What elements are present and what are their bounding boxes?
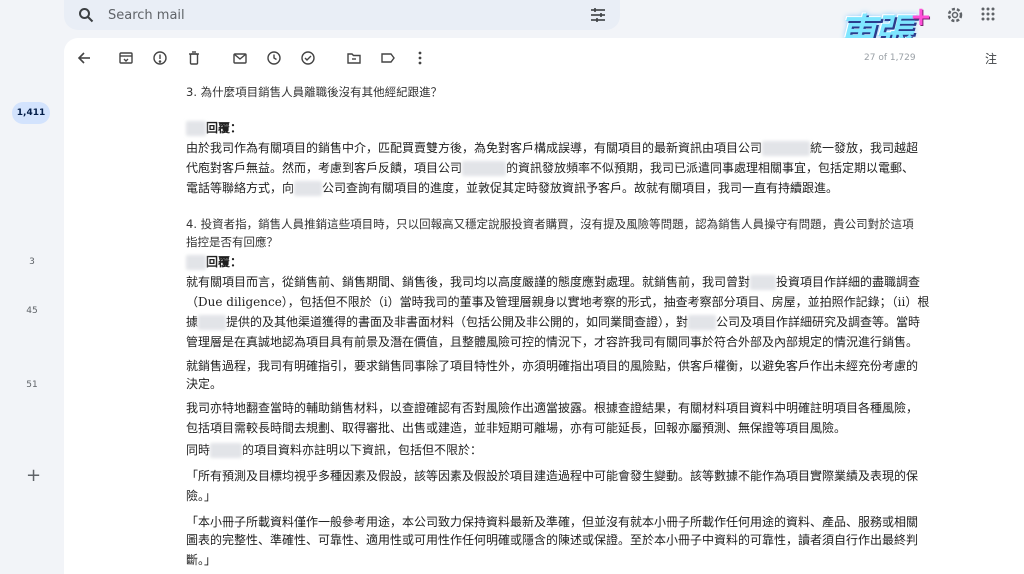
search-input[interactable]: Search mail: [108, 8, 185, 23]
pagination-counter: 27 of 1,729: [864, 53, 916, 63]
answer-4-p3-line-1: 我司亦特地翻查當時的輔助銷售材料，以查證確認有否對風險作出適當披露。根據查證結果…: [186, 401, 919, 415]
report-icon[interactable]: [152, 50, 168, 66]
answer-4-p1-line-4: 管理層是在真誠地認為項目具有前景及潛在價值，且整體風險可控的情況下，才容許我司有…: [186, 335, 919, 349]
redacted-name: [186, 255, 206, 270]
question-4-line-1: 4. 投資者指，銷售人員推銷這些項目時，只以回報高又穩定說服投資者購買，沒有提及…: [186, 217, 914, 231]
label-count[interactable]: 45: [0, 306, 64, 316]
redacted-name: [762, 141, 811, 156]
answer-4-label: 回覆：: [186, 252, 980, 272]
add-task-icon[interactable]: [300, 50, 316, 66]
input-tools-icon[interactable]: 注: [985, 50, 997, 67]
inbox-count-badge[interactable]: 1,411: [12, 102, 50, 124]
add-label-icon[interactable]: +: [26, 465, 41, 486]
redacted-name: [294, 181, 323, 196]
gear-icon[interactable]: [946, 6, 964, 28]
answer-4-p1-line-3: 據提供的及其他渠道獲得的書面及非書面材料（包括公開及非公開的，如同業間查證），對…: [186, 315, 921, 330]
question-3: 3. 為什麼項目銷售人員離職後沒有其他經紀跟進？: [186, 85, 443, 99]
redacted-name: [198, 315, 227, 330]
question-4-line-2: 指控是否有回應？: [186, 235, 278, 249]
search-bar[interactable]: Search mail: [64, 0, 620, 30]
back-arrow-icon[interactable]: [76, 50, 92, 66]
label-icon[interactable]: [380, 50, 396, 66]
left-rail: 1,411 3 45 51 +: [0, 0, 64, 574]
label-count[interactable]: 3: [0, 257, 64, 267]
search-icon[interactable]: [78, 7, 94, 23]
answer-3-label: 回覆：: [186, 118, 980, 138]
answer-4-p3-line-2: 包括項目需較長時間去規劃、取得審批、出售或建造，並非短期可離場，亦有可能延長，回…: [186, 421, 847, 435]
quote-2-line-2: 圖表的完整性、準確性、可靠性、適用性或可用性作任何明確或隱含的陳述或保證。至於本…: [186, 533, 919, 547]
move-to-icon[interactable]: [346, 50, 362, 66]
answer-4-p2-line-1: 就銷售過程，我司有明確指引，要求銷售同事除了項目特性外，亦須明確指出項目的風險點…: [186, 359, 919, 373]
redacted-name: [462, 161, 507, 176]
archive-icon[interactable]: [118, 50, 134, 66]
answer-3-line-1: 由於我司作為有關項目的銷售中介，匹配買賣雙方後，為免對客戶構成誤導，有關項目的最…: [186, 141, 919, 156]
quote-1-line-2: 險。」: [186, 489, 217, 503]
answer-4-p1-line-2: （Due diligence），包括但不限於（i）當時我司的董事及管理層親身以實…: [186, 295, 930, 309]
answer-3-line-2: 代庖對客戶無益。然而，考慮到客戶反饋，項目公司 的資訊發放頻率不似預期，我司已派遣…: [186, 161, 915, 176]
answer-4-p1-line-1: 就有關項目而言，從銷售前、銷售期間、銷售後，我司均以高度嚴謹的態度應對處理。就銷…: [186, 275, 921, 290]
snooze-icon[interactable]: [266, 50, 282, 66]
redacted-name: [186, 121, 206, 136]
apps-grid-icon[interactable]: [980, 6, 996, 26]
redacted-name: [210, 443, 243, 458]
search-options-icon[interactable]: [590, 7, 606, 27]
answer-4-p4: 同時 的項目資料亦註明以下資訊，包括但不限於：: [186, 443, 483, 458]
more-icon[interactable]: [412, 50, 428, 66]
answer-3-line-3: 電話等聯絡方式，向 公司查詢有關項目的進度，並敦促其定時發放資訊予客戶。故就有關項…: [186, 181, 839, 196]
quote-1-line-1: 「所有預測及目標均視乎多種因素及假設，該等因素及假設於項目建造過程中可能會發生變…: [186, 469, 919, 483]
quote-2-line-3: 斷。」: [186, 553, 217, 567]
quote-2-line-1: 「本小冊子所載資料僅作一般參考用途，本公司致力保持資料最新及準確，但並沒有就本小…: [186, 515, 919, 529]
mark-unread-icon[interactable]: [232, 50, 248, 66]
redacted-name: [688, 315, 717, 330]
answer-4-p2-line-2: 決定。: [186, 377, 223, 391]
delete-icon[interactable]: [186, 50, 202, 66]
label-count[interactable]: 51: [0, 380, 64, 390]
redacted-name: [750, 275, 777, 290]
